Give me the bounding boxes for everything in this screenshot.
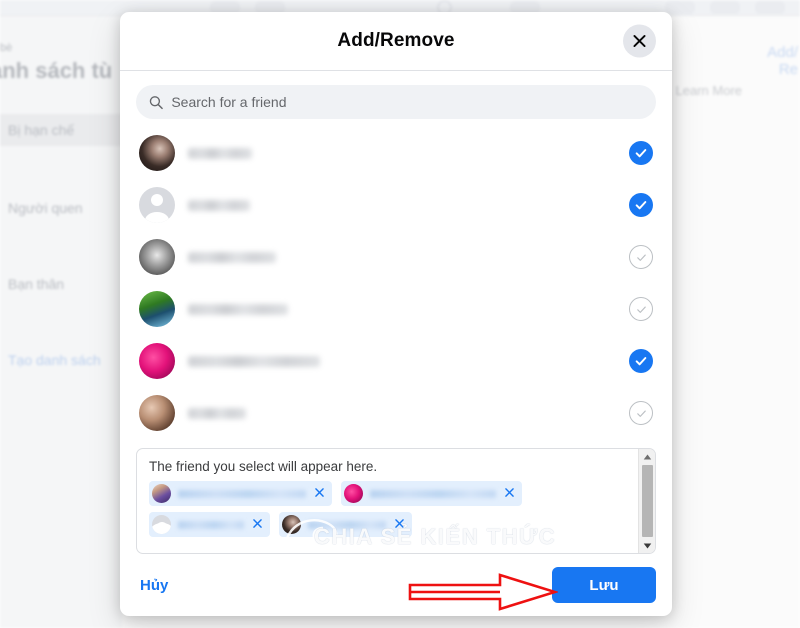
learn-more-label: . Learn More [668,83,742,98]
background-learn-more-link[interactable]: . Learn More [668,83,742,98]
search-section [120,71,672,125]
create-list-label: Tạo danh sách [8,352,101,368]
close-icon [315,488,324,497]
friend-list-item[interactable] [136,127,656,179]
avatar [152,484,171,503]
close-button[interactable] [623,24,656,58]
add-remove-line-2: Re [778,61,798,78]
avatar [139,187,175,223]
chip-remove-button[interactable] [503,486,516,501]
friend-list-item[interactable] [136,231,656,283]
friend-list [120,125,672,440]
chip-remove-button[interactable] [393,517,406,532]
selected-friend-chip [149,512,270,537]
friend-name-redacted [188,147,252,159]
sidebar-item-label: Bị hạn chế [8,122,75,138]
selected-friends-hint: The friend you select will appear here. [149,459,378,474]
selected-friend-chip [149,481,332,506]
friend-name-redacted [188,251,276,263]
checkbox-unchecked[interactable] [629,245,653,269]
check-icon [636,409,646,417]
search-box[interactable] [136,85,656,119]
chip-name-redacted [370,489,496,498]
chip-name-redacted [178,489,306,498]
avatar [344,484,363,503]
sidebar-item-label: Bạn thân [8,276,65,292]
chip-name-redacted [178,520,244,529]
scroll-up-button[interactable] [639,449,655,464]
close-icon [253,519,262,528]
friend-name-redacted [188,303,288,315]
nav-item-icon [710,1,740,14]
chip-name-redacted [308,520,386,529]
avatar [139,395,175,431]
check-icon [635,201,647,210]
friend-list-item[interactable] [136,179,656,231]
sidebar-subtitle: bè [0,42,13,54]
checkbox-unchecked[interactable] [629,297,653,321]
save-button[interactable]: Lưu [552,567,656,603]
close-icon [395,519,404,528]
checkbox-checked[interactable] [629,141,653,165]
avatar [139,291,175,327]
friend-list-item[interactable] [136,335,656,387]
nav-item-icon [755,1,785,14]
checkbox-unchecked[interactable] [629,401,653,425]
modal-header: Add/Remove [120,12,672,71]
close-icon [633,35,646,47]
check-icon [636,305,646,313]
friend-name-redacted [188,355,320,367]
check-icon [635,357,647,366]
selected-friend-chips [149,481,628,537]
sidebar-item-acquaintances[interactable]: Người quen [0,192,122,224]
scrollbar-thumb[interactable] [641,465,653,537]
avatar [139,135,175,171]
selected-friends-content: The friend you select will appear here. [137,449,638,553]
search-input[interactable] [171,85,643,119]
avatar [139,343,175,379]
selected-friends-panel: The friend you select will appear here. [136,448,656,554]
friend-list-item[interactable] [136,283,656,335]
sidebar-item-label: Người quen [8,200,83,216]
sidebar-page-title: anh sách tù [0,58,113,83]
avatar [282,515,301,534]
friend-list-item[interactable] [136,387,656,439]
cancel-button[interactable]: Hủy [136,571,172,600]
scroll-down-button[interactable] [639,538,655,553]
friend-name-redacted [188,407,246,419]
search-icon [149,95,163,109]
add-remove-modal: Add/Remove The friend you select will ap… [120,12,672,616]
sidebar-create-list-link[interactable]: Tạo danh sách [8,352,101,368]
close-icon [505,488,514,497]
sidebar-item-close-friends[interactable]: Bạn thân [0,268,122,300]
background-add-remove-link[interactable]: Add/ Re [767,44,798,78]
sidebar-item-restricted[interactable]: Bị hạn chế [0,114,122,146]
checkbox-checked[interactable] [629,193,653,217]
chip-remove-button[interactable] [313,486,326,501]
selected-panel-scrollbar[interactable] [638,449,655,553]
friend-name-redacted [188,199,250,211]
chip-remove-button[interactable] [251,517,264,532]
add-remove-line-1: Add/ [767,44,798,61]
modal-footer: Hủy Lưu [120,554,672,616]
avatar [139,239,175,275]
selected-friend-chip [341,481,522,506]
chevron-down-icon [643,543,651,548]
check-icon [636,253,646,261]
avatar [152,515,171,534]
checkbox-checked[interactable] [629,349,653,373]
modal-title: Add/Remove [337,30,455,51]
selected-friend-chip [279,512,412,537]
check-icon [635,149,647,158]
chevron-up-icon [643,454,651,459]
background-sidebar: bè anh sách tù Bị hạn chế Người quen Bạn… [0,16,122,628]
